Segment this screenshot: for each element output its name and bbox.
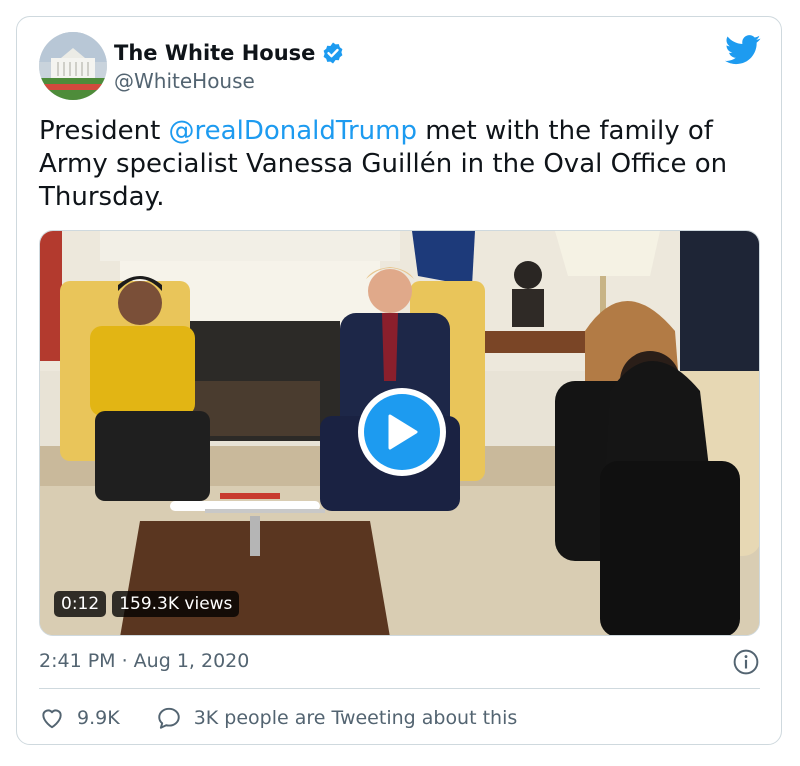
author-avatar[interactable] (39, 32, 107, 100)
play-button[interactable] (358, 388, 446, 476)
tweet-actions: 9.9K 3K people are Tweeting about this (39, 705, 553, 731)
conversation-action[interactable]: 3K people are Tweeting about this (156, 705, 518, 731)
tweet-card[interactable]: The White House @WhiteHouse President @r… (16, 16, 782, 745)
conversation-text: 3K people are Tweeting about this (193, 707, 518, 729)
tweet-text-intro: President (39, 116, 169, 146)
speech-bubble-icon (157, 707, 180, 729)
verified-badge-icon (324, 42, 343, 64)
author-display-name[interactable]: The White House (114, 41, 315, 65)
tweet-text: President @realDonaldTrump met with the … (39, 115, 759, 214)
like-count: 9.9K (77, 707, 120, 729)
video-duration: 0:12 (54, 591, 107, 617)
play-button-inner (364, 394, 440, 470)
mention-link[interactable]: @realDonaldTrump (169, 116, 417, 146)
heart-icon (42, 709, 62, 729)
author-info[interactable]: The White House @WhiteHouse (114, 41, 345, 93)
video-views: 159.3K views (112, 591, 240, 617)
twitter-bird-icon[interactable] (725, 35, 761, 65)
tweet-timestamp[interactable]: 2:41 PM · Aug 1, 2020 (39, 650, 249, 672)
video-player[interactable]: 0:12 159.3K views (39, 230, 760, 636)
play-icon (388, 414, 418, 450)
video-badges: 0:12 159.3K views (54, 591, 240, 617)
display-name-row: The White House (114, 41, 345, 65)
actions-divider (39, 688, 760, 689)
author-handle[interactable]: @WhiteHouse (114, 69, 345, 93)
like-action[interactable]: 9.9K (39, 705, 120, 731)
white-house-avatar-image (39, 32, 107, 100)
info-icon[interactable] (733, 649, 759, 675)
